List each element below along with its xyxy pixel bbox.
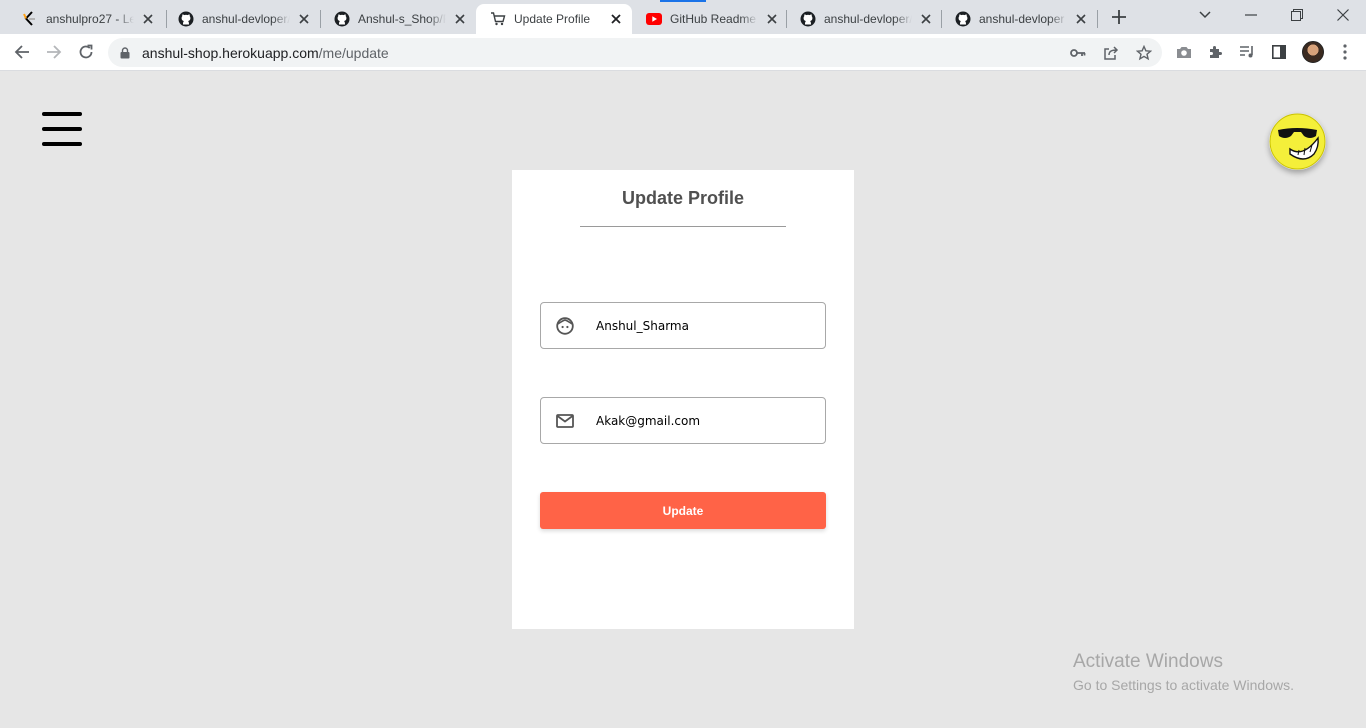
close-icon[interactable]	[452, 11, 468, 27]
youtube-icon	[646, 11, 662, 27]
minimize-icon	[1245, 14, 1257, 16]
close-icon[interactable]	[1073, 11, 1089, 27]
mail-icon	[555, 411, 575, 431]
update-profile-card: Update Profile Update	[512, 170, 854, 629]
update-button[interactable]: Update	[540, 492, 826, 529]
tab-title: anshulpro27 - Le	[46, 12, 134, 26]
close-icon[interactable]	[140, 11, 156, 27]
menu-icon[interactable]	[42, 112, 82, 148]
face-icon	[555, 316, 575, 336]
back-button[interactable]	[10, 40, 34, 64]
reload-button[interactable]	[74, 40, 98, 64]
new-tab-button[interactable]	[1108, 6, 1130, 28]
browser-tab[interactable]: anshulpro27 - Le	[8, 4, 164, 34]
forward-button[interactable]	[42, 40, 66, 64]
bookmark-star-icon[interactable]	[1134, 43, 1154, 63]
title-divider	[580, 226, 786, 227]
share-icon[interactable]	[1101, 43, 1121, 63]
email-input[interactable]	[596, 398, 818, 443]
arrow-right-icon	[47, 45, 62, 59]
github-icon	[955, 11, 971, 27]
user-avatar-button[interactable]	[1269, 113, 1326, 170]
tab-title: anshul-devloper/	[202, 12, 290, 26]
browser-tab-strip: anshulpro27 - Le anshul-devloper/ Anshul…	[0, 0, 1366, 34]
browser-tab[interactable]: anshul-devloper/	[164, 4, 320, 34]
leetcode-icon	[22, 11, 38, 27]
tab-title: Anshul-s_Shop/R	[358, 12, 446, 26]
media-control-button[interactable]	[1235, 40, 1259, 64]
close-icon[interactable]	[296, 11, 312, 27]
browser-toolbar: anshul-shop.herokuapp.com/me/update	[0, 34, 1366, 71]
cart-icon	[490, 11, 506, 27]
browser-tab-active[interactable]: Update Profile	[476, 4, 632, 34]
email-field[interactable]	[540, 397, 826, 444]
arrow-left-icon	[14, 45, 29, 59]
minimize-button[interactable]	[1238, 4, 1264, 26]
chevron-down-icon	[1199, 11, 1211, 19]
address-bar[interactable]: anshul-shop.herokuapp.com/me/update	[108, 38, 1162, 67]
watermark-title: Activate Windows	[1073, 651, 1223, 672]
tab-title: anshul-devloper	[979, 12, 1065, 26]
close-icon	[1337, 9, 1349, 21]
plus-icon	[1112, 10, 1126, 24]
restore-icon	[1291, 9, 1303, 21]
tab-search-button[interactable]	[1192, 4, 1218, 26]
close-icon[interactable]	[764, 11, 780, 27]
browser-tab[interactable]: anshul-devloper	[941, 4, 1097, 34]
puzzle-icon	[1210, 46, 1222, 58]
more-vert-icon	[1343, 44, 1347, 60]
browser-tab[interactable]: Anshul-s_Shop/R	[320, 4, 476, 34]
url-host: anshul-shop.herokuapp.com	[142, 45, 319, 61]
side-panel-icon	[1272, 45, 1286, 59]
url-text: anshul-shop.herokuapp.com/me/update	[142, 45, 389, 61]
windows-activation-watermark: Activate Windows Go to Settings to activ…	[1073, 651, 1294, 695]
profile-avatar[interactable]	[1302, 41, 1324, 63]
tab-title: GitHub Readme	[670, 12, 757, 26]
close-icon[interactable]	[608, 11, 624, 27]
tab-title: anshul-devloper/	[824, 12, 912, 26]
restore-button[interactable]	[1284, 4, 1310, 26]
extension-screenshot-button[interactable]	[1172, 40, 1196, 64]
page-title: Update Profile	[621, 188, 745, 208]
browser-tab[interactable]: anshul-devloper/	[786, 4, 942, 34]
close-icon[interactable]	[918, 11, 934, 27]
menu-icon-bar	[42, 112, 82, 116]
playlist-icon	[1240, 46, 1253, 58]
lock-icon[interactable]	[120, 46, 130, 64]
github-icon	[178, 11, 194, 27]
menu-icon-bar	[42, 127, 82, 131]
smiley-sunglasses-icon	[1269, 113, 1326, 170]
menu-icon-bar	[42, 142, 82, 146]
key-icon[interactable]	[1068, 43, 1088, 63]
tab-title: Update Profile	[514, 12, 591, 26]
github-icon	[800, 11, 816, 27]
close-window-button[interactable]	[1330, 4, 1356, 26]
browser-menu-button[interactable]	[1333, 40, 1357, 64]
name-field[interactable]	[540, 302, 826, 349]
url-path: /me/update	[318, 45, 389, 61]
tab-separator	[1097, 10, 1098, 28]
github-icon	[334, 11, 350, 27]
camera-icon	[1177, 47, 1191, 58]
side-panel-button[interactable]	[1267, 40, 1291, 64]
browser-tab[interactable]: GitHub Readme	[632, 4, 788, 34]
extensions-button[interactable]	[1204, 40, 1228, 64]
reload-icon	[79, 44, 93, 59]
media-playing-indicator	[660, 0, 706, 2]
watermark-subtitle: Go to Settings to activate Windows.	[1073, 677, 1294, 693]
name-input[interactable]	[596, 303, 818, 348]
